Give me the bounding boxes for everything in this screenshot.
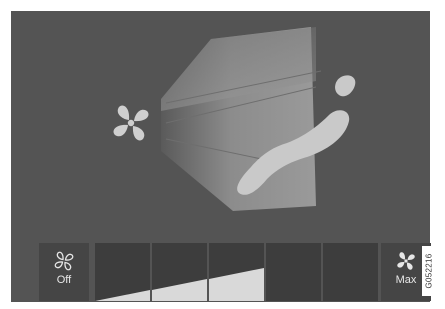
fan-level-slider[interactable]	[95, 243, 378, 301]
fan-level-5[interactable]	[323, 243, 378, 301]
figure-code-text: G052216	[424, 253, 434, 289]
fan-level-3[interactable]	[209, 243, 264, 301]
fan-off-label: Off	[56, 274, 72, 286]
fan-level-1[interactable]	[95, 243, 150, 301]
figure-code: G052216	[422, 246, 436, 296]
cropped-caption-text	[0, 0, 445, 6]
fan-icon	[113, 105, 149, 141]
fan-outline-icon	[54, 251, 74, 271]
fan-level-2[interactable]	[152, 243, 207, 301]
fan-filled-icon	[397, 252, 415, 270]
fan-level-4[interactable]	[266, 243, 321, 301]
fan-speed-control: Off Max	[39, 243, 431, 301]
seated-person-icon	[237, 75, 356, 195]
climate-display: Off Max	[11, 11, 431, 302]
airflow-illustration	[11, 11, 430, 236]
fan-off-button[interactable]: Off	[39, 243, 89, 301]
